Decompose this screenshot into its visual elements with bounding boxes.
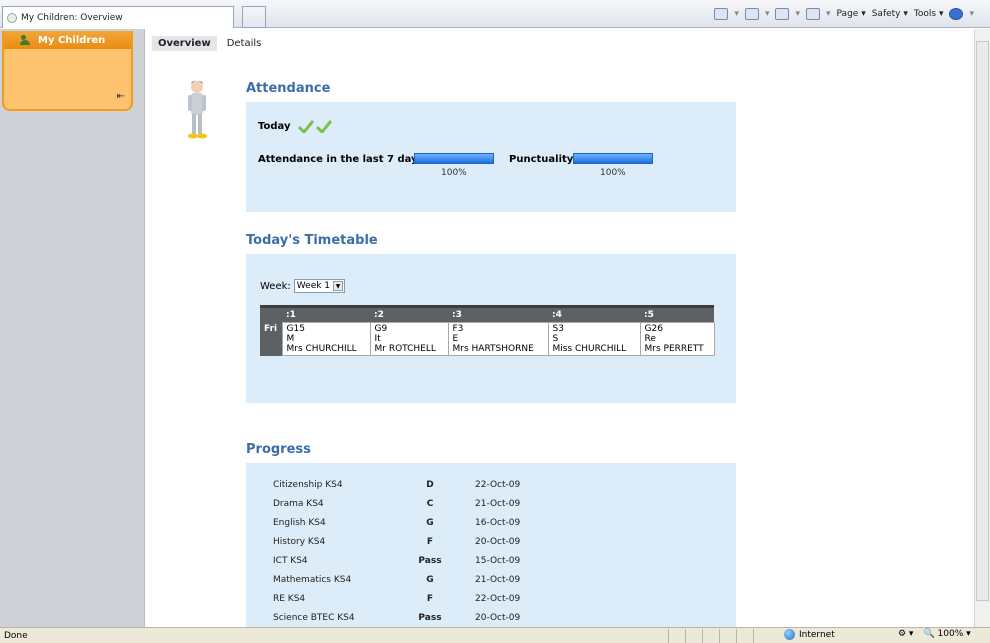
collapse-panel-icon[interactable]: ⇤: [117, 91, 125, 102]
timetable-panel: Week: Week 1 ▼ :1 :2 :3 :4 :5 Fri G15 M Mr…: [246, 254, 736, 403]
page-tabs: Overview Details: [152, 36, 267, 51]
timetable-title: Today's Timetable: [246, 233, 378, 248]
print-icon[interactable]: [806, 8, 820, 20]
status-bar: Done Internet ⚙ ▾ 🔍 100% ▾: [0, 627, 990, 643]
week-select[interactable]: Week 1 ▼: [293, 279, 346, 293]
attendance-title: Attendance: [246, 81, 331, 96]
list-item: Citizenship KS4 D 22-Oct-09: [273, 480, 521, 490]
punctuality-percentage: 100%: [600, 168, 626, 178]
lesson-cell[interactable]: G9 It Mr ROTCHELL: [369, 322, 449, 356]
new-tab-button[interactable]: [242, 6, 266, 28]
progress-title: Progress: [246, 442, 311, 457]
list-item: ICT KS4 Pass 15-Oct-09: [273, 556, 521, 566]
attendance-bar: [414, 153, 494, 164]
home-icon[interactable]: [714, 8, 729, 20]
list-item: Drama KS4 C 21-Oct-09: [273, 499, 521, 509]
attendance-7days-label: Attendance in the last 7 days: [258, 154, 424, 165]
tab-overview[interactable]: Overview: [152, 36, 217, 51]
feeds-icon[interactable]: [744, 8, 759, 20]
globe-icon: [784, 629, 795, 640]
lesson-cell[interactable]: F3 E Mrs HARTSHORNE: [447, 322, 549, 356]
week-select-value: Week 1: [296, 281, 331, 291]
list-item: Mathematics KS4 G 21-Oct-09: [273, 575, 521, 585]
period-header: :5: [640, 305, 714, 323]
timetable-corner: [260, 305, 282, 323]
period-header: :1: [282, 305, 370, 323]
browser-toolbar: My Children: Overview ▾ ▾ ▾ ▾ Page ▾ Saf…: [0, 0, 990, 28]
vertical-scrollbar[interactable]: [974, 29, 990, 627]
progress-panel: Citizenship KS4 D 22-Oct-09 Drama KS4 C 21-O…: [246, 463, 736, 627]
today-row: Today: [258, 119, 333, 133]
browser-tab[interactable]: My Children: Overview: [2, 6, 234, 28]
attendance-percentage: 100%: [441, 168, 467, 178]
day-label: Fri: [260, 322, 282, 356]
page-favicon-icon: [7, 12, 17, 23]
zone-label: Internet: [799, 629, 835, 640]
safety-menu[interactable]: Safety ▾: [872, 9, 908, 19]
punctuality-label: Punctuality: [509, 154, 574, 165]
today-label: Today: [258, 120, 291, 132]
help-icon[interactable]: [949, 8, 964, 20]
punctuality-bar: [573, 153, 653, 164]
zoom-control[interactable]: ⚙ ▾ 🔍 100% ▾: [898, 629, 971, 639]
my-children-panel: My Children ⇤: [2, 31, 133, 111]
my-children-title: My Children: [38, 34, 106, 46]
present-tick-icon: [298, 120, 315, 133]
list-item: Science BTEC KS4 Pass 20-Oct-09: [273, 613, 521, 623]
zoom-level[interactable]: 🔍 100% ▾: [923, 629, 970, 639]
chevron-down-icon[interactable]: ▼: [333, 281, 344, 291]
week-row: Week: Week 1 ▼: [260, 279, 346, 293]
scrollbar-thumb[interactable]: [976, 41, 989, 601]
timetable-table: :1 :2 :3 :4 :5 Fri G15 M Mrs CHURCHILL G9 I…: [260, 305, 715, 356]
period-header: :3: [448, 305, 548, 323]
my-children-header[interactable]: My Children: [4, 31, 131, 49]
period-header: :4: [548, 305, 640, 323]
present-tick-icon: [316, 120, 333, 133]
week-label: Week:: [260, 280, 291, 292]
lesson-cell[interactable]: S3 S Miss CHURCHILL: [547, 322, 641, 356]
list-item: RE KS4 F 22-Oct-09: [273, 594, 521, 604]
command-bar: ▾ ▾ ▾ ▾ Page ▾ Safety ▾ Tools ▾ ▾: [714, 8, 974, 20]
page-menu[interactable]: Page ▾: [837, 9, 866, 19]
mail-icon[interactable]: [775, 8, 790, 20]
list-item: English KS4 G 16-Oct-09: [273, 518, 521, 528]
people-icon: [20, 35, 32, 45]
period-header: :2: [370, 305, 448, 323]
child-avatar: [188, 80, 207, 139]
status-cells: [668, 629, 770, 643]
lesson-cell[interactable]: G26 Re Mrs PERRETT: [639, 322, 715, 356]
tab-details[interactable]: Details: [221, 36, 268, 51]
left-sidebar: My Children ⇤: [0, 29, 145, 627]
tools-menu[interactable]: Tools ▾: [914, 9, 944, 19]
status-text: Done: [4, 630, 28, 641]
attendance-panel: Today Attendance in the last 7 days 100%…: [246, 102, 736, 212]
protected-mode-icon[interactable]: ⚙ ▾: [898, 629, 913, 639]
lesson-cell[interactable]: G15 M Mrs CHURCHILL: [281, 322, 371, 356]
table-row: Fri G15 M Mrs CHURCHILL G9 It Mr ROTCHELL F3…: [260, 322, 715, 356]
list-item: History KS4 F 20-Oct-09: [273, 537, 521, 547]
security-zone[interactable]: Internet: [784, 629, 835, 640]
browser-tab-title: My Children: Overview: [21, 12, 123, 23]
